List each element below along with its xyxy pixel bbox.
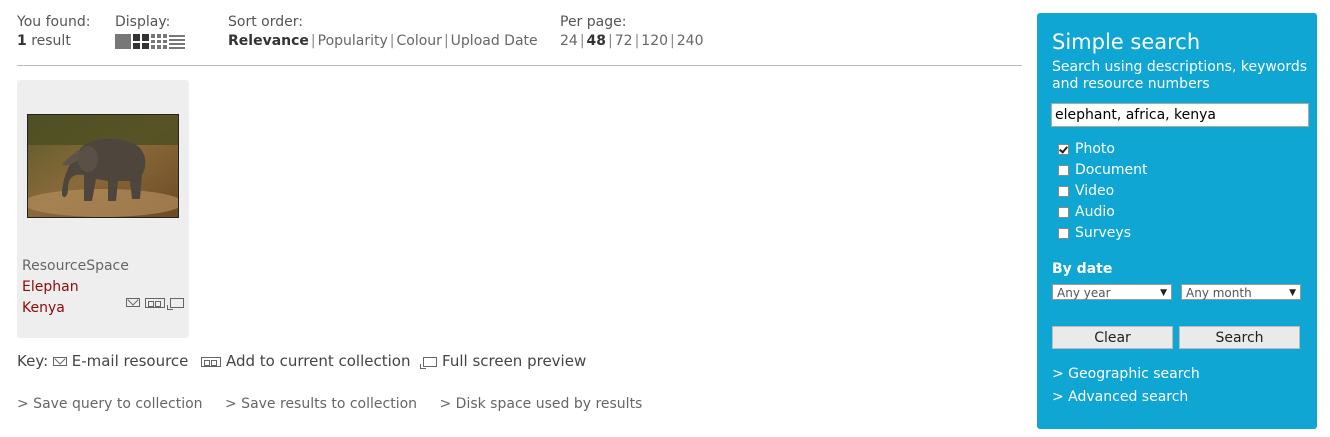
type-document[interactable]: Document (1058, 160, 1148, 181)
email-icon[interactable] (126, 298, 140, 307)
type-audio-label: Audio (1075, 204, 1115, 220)
panel-description: Search using descriptions, keywords and … (1052, 59, 1308, 92)
results-count: You found: 1 result (17, 13, 90, 51)
results-toolbar: You found: 1 result Display: Sort order:… (17, 13, 1022, 53)
type-audio[interactable]: Audio (1058, 202, 1148, 223)
add-to-collection-icon[interactable] (145, 298, 165, 308)
type-photo-label: Photo (1075, 141, 1115, 157)
per-page: Per page: 24 | 48 | 72 | 120 | 240 (560, 14, 704, 49)
type-video[interactable]: Video (1058, 181, 1148, 202)
results-label: You found: (17, 14, 91, 30)
list-icon[interactable] (169, 34, 185, 49)
search-input[interactable] (1051, 103, 1309, 127)
sort-relevance[interactable]: Relevance (228, 33, 309, 49)
month-select-value: Any month (1186, 286, 1252, 300)
xsmall-thumbs-icon[interactable] (151, 34, 167, 49)
resource-thumbnail[interactable] (27, 114, 179, 218)
results-number: 1 (17, 33, 27, 49)
email-icon (52, 357, 67, 366)
audio-checkbox[interactable] (1058, 207, 1069, 218)
per-page-48[interactable]: 48 (587, 33, 606, 49)
small-thumbs-icon[interactable] (133, 34, 149, 49)
per-page-label: Per page: (560, 14, 627, 30)
photo-checkbox[interactable] (1058, 144, 1069, 155)
resource-actions (126, 298, 184, 310)
add-to-collection-icon (201, 356, 222, 367)
geographic-search-link[interactable]: > Geographic search (1052, 366, 1200, 382)
type-document-label: Document (1075, 162, 1148, 178)
resource-title-part1: Elephan (22, 279, 79, 295)
chevron-down-icon: ▼ (1289, 288, 1296, 298)
divider (17, 65, 1022, 66)
sort-popularity[interactable]: Popularity (318, 33, 388, 49)
chevron-down-icon: ▼ (1160, 288, 1167, 298)
clear-button[interactable]: Clear (1052, 326, 1173, 349)
result-actions: > Save query to collection > Save result… (17, 395, 660, 414)
per-page-240[interactable]: 240 (677, 33, 704, 49)
icon-key: Key: E-mail resource Add to current coll… (17, 352, 594, 371)
display-label: Display: (115, 14, 171, 30)
advanced-search-link[interactable]: > Advanced search (1052, 389, 1188, 405)
month-select[interactable]: Any month ▼ (1181, 284, 1301, 300)
simple-search-panel: Simple search Search using descriptions,… (1037, 13, 1317, 429)
save-query-link[interactable]: > Save query to collection (17, 396, 203, 412)
resource-type-filters: Photo Document Video Audio Surveys (1058, 139, 1148, 244)
resource-title[interactable]: ResourceSpace Elephan Kenya (22, 256, 187, 319)
per-page-72[interactable]: 72 (615, 33, 633, 49)
type-surveys-label: Surveys (1075, 225, 1131, 241)
year-select-value: Any year (1057, 286, 1111, 300)
key-preview: Full screen preview (442, 352, 587, 370)
display-modes: Display: (115, 13, 185, 49)
sort-label: Sort order: (228, 14, 303, 30)
sort-upload-date[interactable]: Upload Date (451, 33, 538, 49)
search-button[interactable]: Search (1179, 326, 1300, 349)
fullscreen-preview-icon[interactable] (167, 298, 184, 310)
panel-title: Simple search (1052, 30, 1201, 54)
large-thumbs-icon[interactable] (115, 34, 131, 49)
resource-card: ResourceSpace Elephan Kenya (17, 80, 189, 338)
key-email: E-mail resource (71, 352, 189, 370)
per-page-120[interactable]: 120 (641, 33, 668, 49)
video-checkbox[interactable] (1058, 186, 1069, 197)
key-label: Key: (17, 352, 49, 370)
by-date-label: By date (1052, 261, 1113, 277)
per-page-24[interactable]: 24 (560, 33, 578, 49)
year-select[interactable]: Any year ▼ (1052, 284, 1172, 300)
disk-space-link[interactable]: > Disk space used by results (439, 396, 642, 412)
key-add: Add to current collection (225, 352, 411, 370)
results-unit: result (31, 33, 71, 49)
resource-title-prefix: ResourceSpace (22, 258, 129, 274)
fullscreen-preview-icon (420, 356, 438, 369)
type-photo[interactable]: Photo (1058, 139, 1148, 160)
surveys-checkbox[interactable] (1058, 228, 1069, 239)
save-results-link[interactable]: > Save results to collection (225, 396, 417, 412)
sort-order: Sort order: Relevance | Popularity | Colour |… (228, 14, 538, 49)
sort-colour[interactable]: Colour (397, 33, 442, 49)
resource-title-part2: Kenya (22, 300, 65, 316)
type-surveys[interactable]: Surveys (1058, 223, 1148, 244)
document-checkbox[interactable] (1058, 165, 1069, 176)
type-video-label: Video (1075, 183, 1115, 199)
